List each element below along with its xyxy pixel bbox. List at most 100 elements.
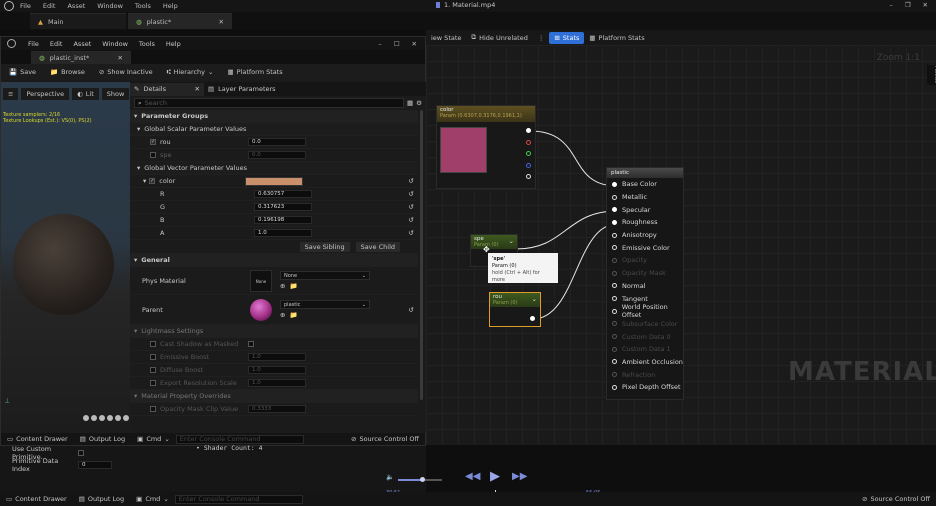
reset-channel-icon[interactable]: ↺ [409,203,414,211]
input-pin-icon[interactable] [612,232,617,238]
perspective-button[interactable]: Perspective [21,88,70,100]
inst-platform-stats-button[interactable]: ▦ Platform Stats [222,66,287,78]
main-cmd-button[interactable]: ▣ Cmd ⌄ [136,495,169,503]
opacity-clip-checkbox[interactable] [150,406,156,412]
settings-gear-icon[interactable]: ⚙ [416,99,422,107]
spe-enable-checkbox[interactable] [150,152,156,158]
menu-help[interactable]: Help [163,2,178,10]
preview-shape-mesh-icon[interactable] [123,415,129,421]
output-a-pin[interactable] [526,174,531,179]
color-enable-checkbox[interactable]: ✓ [149,178,156,184]
rou-enable-checkbox[interactable]: ✓ [150,139,156,145]
inst-menu-edit[interactable]: Edit [50,40,63,48]
hide-unrelated-button[interactable]: ⧉ Hide Unrelated [466,32,532,44]
source-control-button[interactable]: ⊘ Source Control Off [351,435,419,443]
phys-material-dropdown[interactable]: None ⌄ [280,271,370,280]
color-param-node[interactable]: color Param (0.6307,0.3176,0.1961,1) [436,105,536,189]
input-pin-icon[interactable] [612,359,617,365]
input-pin-icon[interactable] [612,257,617,263]
input-pin-icon[interactable] [612,384,617,390]
input-pin-icon[interactable] [612,283,617,289]
stats-button[interactable]: ⊞ Stats [549,31,585,44]
play-icon[interactable]: ▶ [490,469,500,484]
save-button[interactable]: 💾 Save [4,66,41,78]
input-pin-icon[interactable] [612,219,617,225]
tab-plastic-inst[interactable]: ◍ plastic_inst* ✕ [31,50,131,64]
view-state-button[interactable]: iew State [426,32,466,44]
input-pin-icon[interactable] [612,308,617,314]
input-pin-icon[interactable] [612,296,617,302]
input-pin-icon[interactable] [612,346,617,352]
primitive-data-index-field[interactable]: 0 [78,461,112,469]
platform-stats-button[interactable]: ▦ Platform Stats [584,32,649,44]
lightmass-checkbox[interactable] [150,367,156,373]
menu-asset[interactable]: Asset [67,2,85,10]
show-inactive-button[interactable]: ⊘ Show Inactive [94,66,158,78]
reset-channel-icon[interactable]: ↺ [409,216,414,224]
preview-shape-plane-icon[interactable] [99,415,105,421]
hierarchy-button[interactable]: ⑆ Hierarchy ⌄ [162,66,219,78]
spe-value-field[interactable]: 0.0 [248,151,306,159]
volume-slider[interactable] [398,477,442,482]
custom-primitive-checkbox[interactable] [78,449,84,456]
color-swatch-button[interactable] [245,176,304,186]
preview-shape-sphere-icon[interactable] [91,415,97,421]
parent-material-thumbnail[interactable] [250,298,272,321]
general-header[interactable]: ▾ General [130,254,418,267]
output-g-pin[interactable] [526,151,531,156]
table-view-icon[interactable]: ▦ [407,99,413,107]
viewport-menu-icon[interactable]: ≡ [3,88,19,100]
lightmass-header[interactable]: ▾ Lightmass Settings [130,325,418,338]
material-graph[interactable]: Zoom 1:1 Palette MATERIAL color Param (0… [426,45,936,445]
close-details-icon[interactable]: ✕ [195,85,200,93]
channel-value-field[interactable]: 0.630757 [254,190,312,198]
toolbar-more-icon[interactable]: ⋮ [533,32,550,44]
tab-details[interactable]: ✎ Details ✕ [130,82,204,96]
input-pin-icon[interactable] [612,181,617,187]
channel-value-field[interactable]: 0.317623 [254,203,312,211]
lightmass-value-field[interactable]: 1.0 [248,366,306,374]
volume-knob[interactable] [420,477,426,482]
input-pin-icon[interactable] [612,194,617,200]
input-pin-icon[interactable] [612,321,617,327]
channel-value-field[interactable]: 0.196198 [254,216,312,224]
rou-collapse-icon[interactable]: ⌄ [532,295,537,303]
minimize-icon[interactable]: – [889,1,892,9]
lightmass-toggle[interactable] [248,341,254,347]
inst-menu-window[interactable]: Window [102,40,128,48]
inst-minimize-icon[interactable]: – [378,40,381,48]
save-sibling-button[interactable]: Save Sibling [299,241,350,252]
menu-file[interactable]: File [20,2,31,10]
console-input[interactable]: Enter Console Command [175,434,304,444]
opacity-clip-field[interactable]: 0.3333 [248,405,306,413]
menu-edit[interactable]: Edit [43,2,56,10]
content-drawer-button[interactable]: ▭ Content Drawer [7,435,68,443]
input-pin-icon[interactable] [612,372,617,378]
input-pin-icon[interactable] [612,245,617,251]
preview-shape-teapot-icon[interactable] [115,415,121,421]
inst-menu-file[interactable]: File [28,40,39,48]
overrides-header[interactable]: ▾ Material Property Overrides [130,390,418,403]
close-tab-icon[interactable]: ✕ [219,18,224,26]
browse-folder-icon[interactable]: 📁 [289,311,297,319]
lightmass-checkbox[interactable] [150,380,156,386]
main-console-input[interactable]: Enter Console Command [174,494,303,504]
volume-icon[interactable]: 🔈 [386,473,394,481]
material-result-node[interactable]: plastic Base Color Metallic Specular Roughn… [606,167,684,400]
lit-button[interactable]: ◐ Lit [72,88,99,100]
output-rgb-pin[interactable] [526,128,531,133]
rou-output-pin[interactable] [530,316,535,321]
lightmass-checkbox[interactable] [150,341,156,347]
output-log-button[interactable]: ▤ Output Log [80,435,125,443]
scalar-group-header[interactable]: ▾ Global Scalar Parameter Values [130,123,418,136]
expand-arrow-icon[interactable]: ▾ [143,177,146,185]
input-pin-icon[interactable] [612,207,617,213]
tab-plastic[interactable]: ◍ plastic* ✕ [128,13,232,29]
inst-restore-icon[interactable]: ☐ [394,40,400,48]
reset-color-icon[interactable]: ↺ [409,177,414,185]
rou-value-field[interactable]: 0.0 [248,138,306,146]
output-r-pin[interactable] [526,139,531,145]
vector-group-header[interactable]: ▾ Global Vector Parameter Values [130,162,418,175]
input-pin-icon[interactable] [612,270,617,276]
fast-forward-icon[interactable]: ▶▶ [512,471,527,482]
